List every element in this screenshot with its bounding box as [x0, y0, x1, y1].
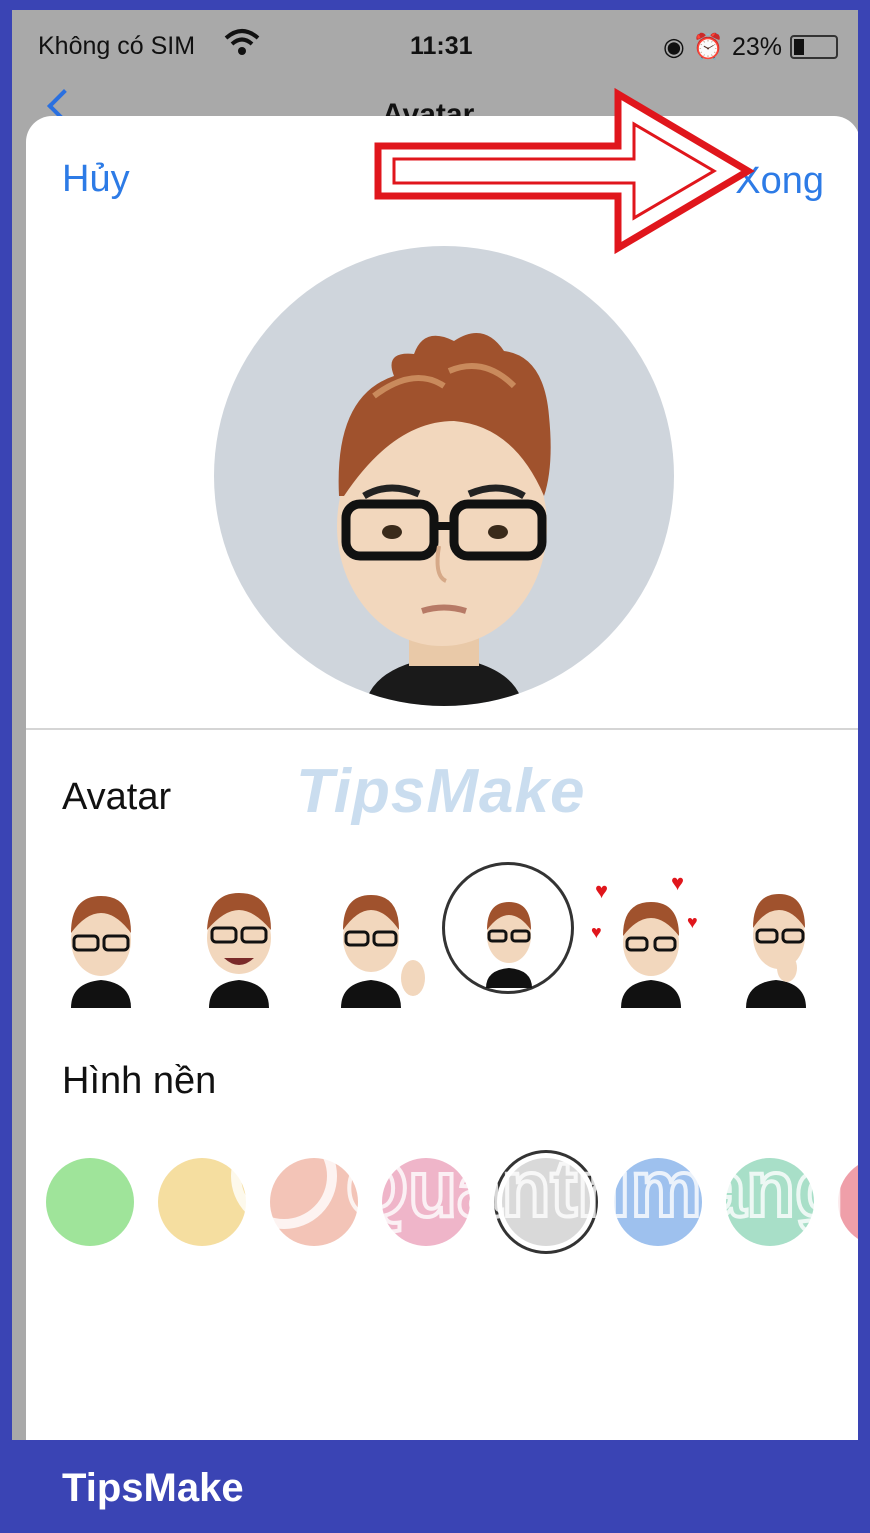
background-section-title: Hình nền — [62, 1060, 217, 1102]
avatar-pose-option[interactable] — [321, 868, 431, 1008]
avatar-preview — [214, 246, 674, 706]
memoji-face-icon — [337, 333, 551, 706]
avatar-pose-option[interactable]: ♥ ♥ ♥ ♥ — [591, 868, 701, 1008]
tipsmake-watermark: TipsMake — [296, 757, 586, 826]
alarm-icon: ⏰ — [692, 32, 724, 61]
svg-text:♥: ♥ — [687, 912, 698, 932]
section-divider — [26, 728, 858, 730]
avatar-section-title: Avatar — [62, 776, 172, 818]
battery-percent: 23% — [731, 32, 782, 61]
wifi-icon — [224, 29, 260, 55]
quantrimang-watermark: Quantrimang — [231, 1123, 846, 1235]
avatar-pose-list: ♥ ♥ ♥ ♥ — [26, 862, 858, 1008]
avatar-pose-option[interactable] — [184, 868, 294, 1008]
avatar-edit-sheet: Hủy Xong TipsMake Avatar ♥ ♥ ♥ ♥ Hình nề… — [26, 87, 858, 1440]
carrier-label: Không có SIM — [38, 32, 196, 60]
avatar-pose-option-selected[interactable] — [442, 862, 574, 1008]
battery-icon — [790, 35, 838, 59]
footer-brand: TipsMake — [62, 1466, 244, 1510]
clock: 11:31 — [410, 32, 473, 60]
avatar-pose-option[interactable] — [731, 868, 841, 1008]
color-swatch-green[interactable] — [46, 1158, 134, 1246]
status-bar: Không có SIM 11:31 ◉ ⏰ 23% — [12, 10, 858, 80]
svg-text:♥: ♥ — [591, 922, 602, 942]
svg-text:♥: ♥ — [595, 878, 608, 903]
annotation-arrow-icon — [374, 87, 755, 255]
avatar-pose-option[interactable] — [46, 868, 156, 1008]
cancel-button[interactable]: Hủy — [62, 158, 130, 201]
svg-text:♥: ♥ — [671, 870, 684, 895]
phone-screen: Không có SIM 11:31 ◉ ⏰ 23% Avatar Hủy Xo… — [12, 10, 858, 1440]
svg-text:Quantrimang: Quantrimang — [346, 1144, 844, 1233]
rotation-lock-icon: ◉ — [662, 33, 685, 61]
